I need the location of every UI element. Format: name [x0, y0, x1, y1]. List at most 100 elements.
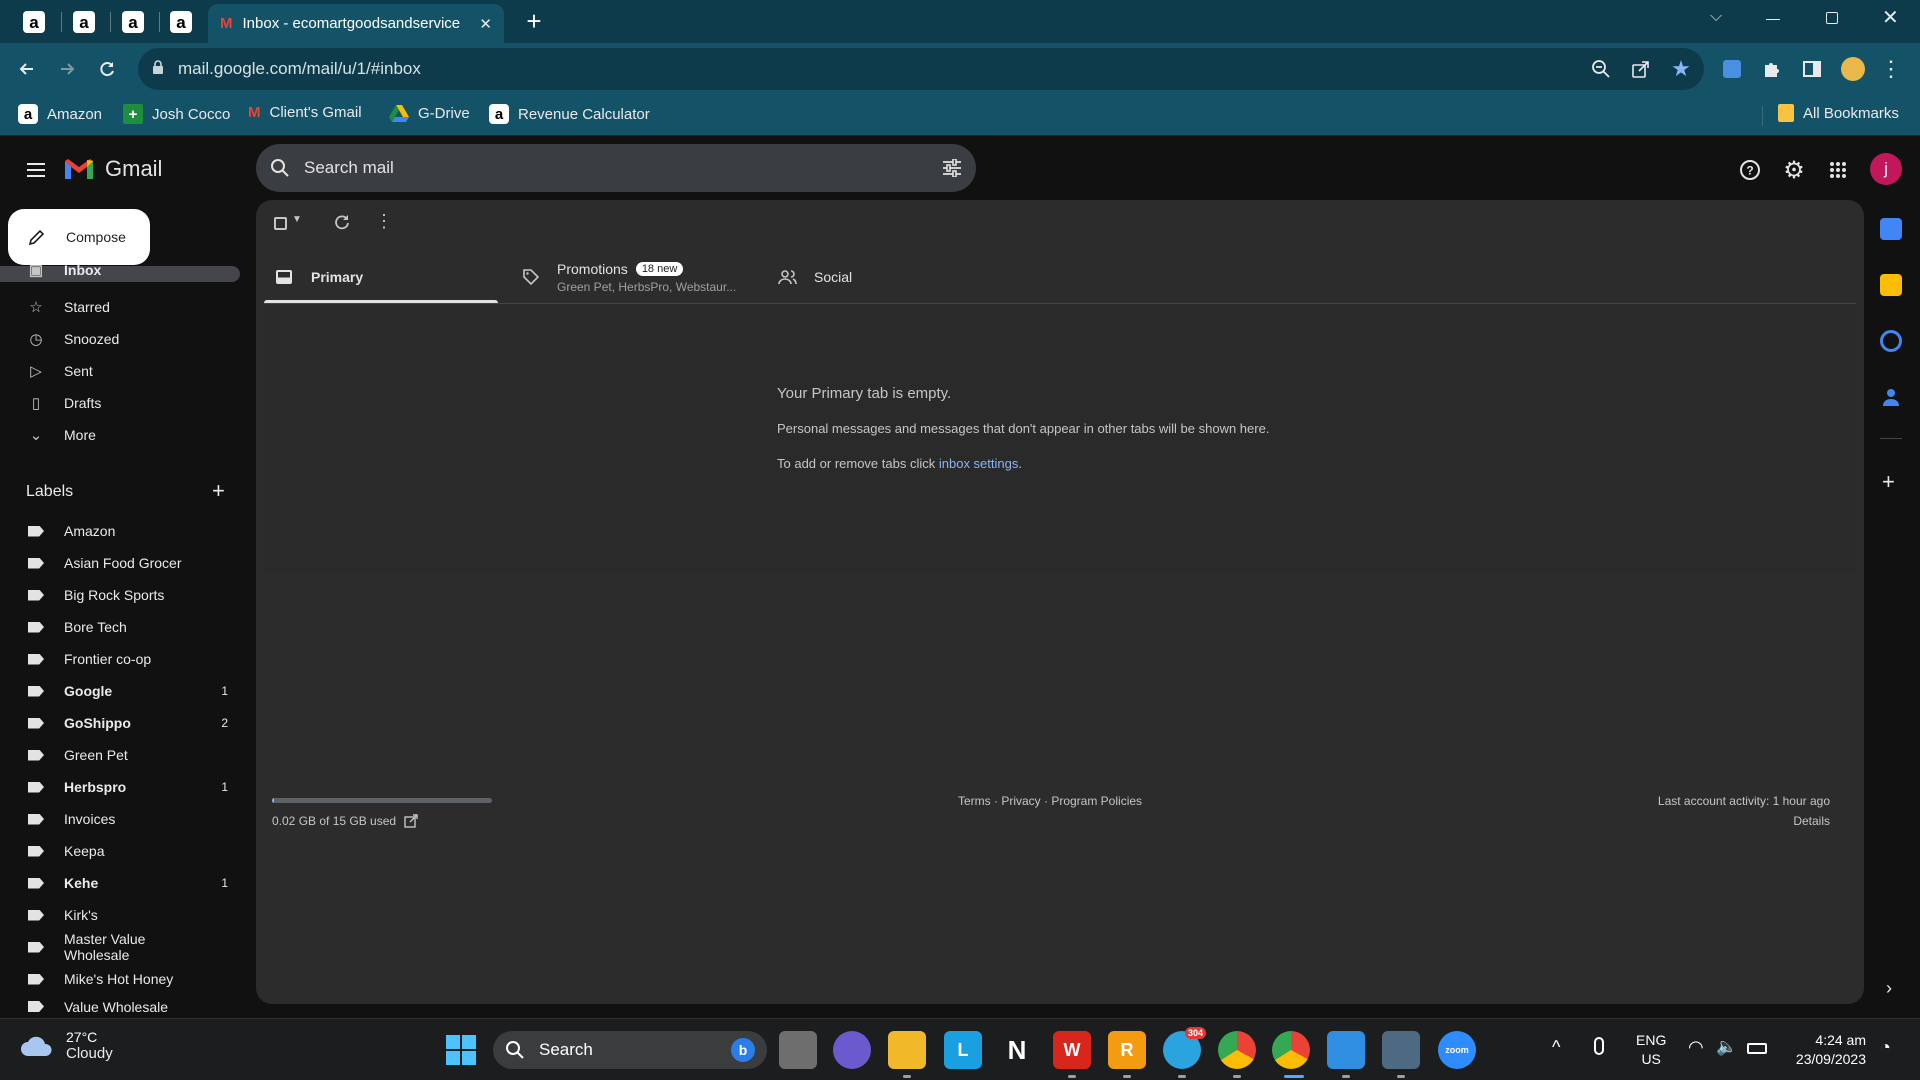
chrome-icon[interactable]	[1218, 1031, 1256, 1069]
storage-info[interactable]: 0.02 GB of 15 GB used	[272, 814, 418, 828]
more-actions-icon[interactable]: ⋮	[375, 211, 393, 232]
wps-office-icon[interactable]: W	[1053, 1031, 1091, 1069]
notion-like-icon[interactable]: N	[998, 1031, 1036, 1069]
all-bookmarks-folder[interactable]: All Bookmarks	[1778, 104, 1899, 122]
label-keepa[interactable]: Keepa	[0, 835, 240, 867]
label-green-pet[interactable]: Green Pet	[0, 739, 240, 771]
label-kirks[interactable]: Kirk's	[0, 899, 240, 931]
amazon-tab[interactable]: a	[159, 6, 203, 38]
label-amazon[interactable]: Amazon	[0, 515, 240, 547]
taskbar-search[interactable]: Search b	[493, 1031, 767, 1069]
zoom-app-icon[interactable]: zoom	[1438, 1031, 1476, 1069]
close-window-icon[interactable]: ✕	[1882, 5, 1899, 30]
wifi-icon[interactable]: ◠	[1688, 1037, 1704, 1058]
external-link-icon[interactable]	[404, 814, 418, 828]
label-asian-food-grocer[interactable]: Asian Food Grocer	[0, 547, 240, 579]
amazon-tab[interactable]: a	[62, 6, 106, 38]
amazon-tab[interactable]: a	[111, 6, 155, 38]
nav-drafts[interactable]: ▯ Drafts	[0, 387, 240, 419]
share-icon[interactable]	[1626, 54, 1656, 84]
tab-inbox[interactable]: M Inbox - ecomartgoodsandservice ✕	[208, 4, 504, 43]
chrome-menu-icon[interactable]: ⋮	[1876, 54, 1906, 84]
hide-side-panel-icon[interactable]: ›	[1886, 978, 1892, 999]
search-mail-bar[interactable]: Search mail	[256, 144, 976, 192]
gmail-logo[interactable]: Gmail	[63, 156, 162, 182]
telegram-icon[interactable]: 304	[1163, 1027, 1207, 1069]
teams-chat-icon[interactable]	[833, 1031, 871, 1069]
label-master-value-wholesale[interactable]: Master Value Wholesale	[0, 931, 240, 963]
tab-search-icon[interactable]: ⌵	[1710, 8, 1722, 26]
nav-more[interactable]: ⌄ More	[0, 419, 240, 451]
keep-icon[interactable]	[1880, 274, 1902, 296]
label-invoices[interactable]: Invoices	[0, 803, 240, 835]
restore-icon[interactable]	[1826, 12, 1838, 24]
bookmark-revenue-calculator[interactable]: a Revenue Calculator	[489, 104, 650, 124]
tab-promotions[interactable]: Promotions 18 new Green Pet, HerbsPro, W…	[520, 250, 754, 304]
new-tab-button[interactable]: +	[520, 6, 548, 36]
select-all-checkbox[interactable]	[274, 217, 287, 230]
contacts-icon[interactable]	[1880, 386, 1902, 408]
zoom-icon[interactable]	[1586, 54, 1616, 84]
help-icon[interactable]: ?	[1736, 156, 1764, 184]
volume-icon[interactable]: 🔈	[1716, 1037, 1737, 1057]
weather-widget[interactable]: 27°C Cloudy	[20, 1029, 113, 1062]
label-mikes-hot-honey[interactable]: Mike's Hot Honey	[0, 963, 240, 995]
label-google[interactable]: Google 1	[0, 675, 240, 707]
nav-inbox[interactable]: ▣ Inbox	[0, 258, 240, 282]
bookmark-amazon[interactable]: a Amazon	[18, 104, 102, 124]
tab-primary[interactable]: Primary	[264, 250, 498, 304]
amazon-tab[interactable]: a	[12, 6, 56, 38]
search-input[interactable]: Search mail	[304, 158, 942, 178]
file-explorer-icon[interactable]	[888, 1031, 926, 1069]
footer-policy-links[interactable]: Terms · Privacy · Program Policies	[958, 794, 1142, 808]
chrome-profile-icon[interactable]	[1272, 1031, 1310, 1069]
google-apps-icon[interactable]	[1824, 156, 1852, 184]
get-addons-icon[interactable]: +	[1882, 469, 1895, 495]
close-tab-icon[interactable]: ✕	[479, 15, 492, 33]
inbox-settings-link[interactable]: inbox settings	[939, 456, 1019, 471]
language-indicator[interactable]: ENG US	[1636, 1031, 1666, 1069]
address-bar[interactable]: mail.google.com/mail/u/1/#inbox	[138, 48, 1704, 90]
microphone-icon[interactable]	[1594, 1037, 1604, 1055]
settings-gear-icon[interactable]: ⚙	[1780, 156, 1808, 184]
calendar-icon[interactable]	[1880, 218, 1902, 240]
search-options-icon[interactable]	[942, 159, 962, 177]
details-link[interactable]: Details	[1793, 814, 1830, 828]
notepad-icon[interactable]	[1327, 1031, 1365, 1069]
extensions-puzzle-icon[interactable]	[1757, 54, 1787, 84]
nav-snoozed[interactable]: ◷ Snoozed	[0, 323, 240, 355]
label-big-rock-sports[interactable]: Big Rock Sports	[0, 579, 240, 611]
tasks-icon[interactable]	[1880, 330, 1902, 352]
bookmark-g-drive[interactable]: G-Drive	[389, 104, 470, 122]
show-hidden-icons[interactable]: ^	[1552, 1037, 1560, 1058]
label-frontier-co-op[interactable]: Frontier co-op	[0, 643, 240, 675]
tab-social[interactable]: Social	[776, 250, 1010, 304]
calculator-icon[interactable]	[1382, 1031, 1420, 1069]
profile-avatar-icon[interactable]	[1838, 54, 1868, 84]
compose-button[interactable]: Compose	[8, 209, 150, 265]
clock[interactable]: 4:24 am 23/09/2023	[1784, 1031, 1866, 1069]
nav-sent[interactable]: ▷ Sent	[0, 355, 240, 387]
label-kehe[interactable]: Kehe 1	[0, 867, 240, 899]
add-label-icon[interactable]: +	[212, 478, 225, 504]
side-panel-icon[interactable]	[1797, 54, 1827, 84]
label-herbspro[interactable]: Herbspro 1	[0, 771, 240, 803]
account-avatar[interactable]: j	[1870, 153, 1902, 185]
label-bore-tech[interactable]: Bore Tech	[0, 611, 240, 643]
battery-icon[interactable]	[1747, 1043, 1767, 1054]
l-app-icon[interactable]: L	[944, 1031, 982, 1069]
nav-starred[interactable]: ☆ Starred	[0, 291, 240, 323]
forward-icon[interactable]	[52, 54, 82, 84]
bookmark-star-icon[interactable]: ★	[1666, 54, 1696, 84]
r-app-icon[interactable]: R	[1108, 1031, 1146, 1069]
bookmark-clients-gmail[interactable]: M Client's Gmail	[248, 104, 362, 121]
reload-icon[interactable]	[92, 54, 122, 84]
notification-bell-icon[interactable]: ◔	[1880, 1037, 1891, 1058]
refresh-icon[interactable]	[334, 214, 350, 235]
task-view-icon[interactable]	[779, 1031, 817, 1069]
search-icon[interactable]	[270, 158, 290, 178]
back-icon[interactable]	[12, 54, 42, 84]
minimize-icon[interactable]	[1766, 19, 1780, 20]
start-button[interactable]	[446, 1035, 476, 1065]
extension-link-icon[interactable]	[1717, 54, 1747, 84]
